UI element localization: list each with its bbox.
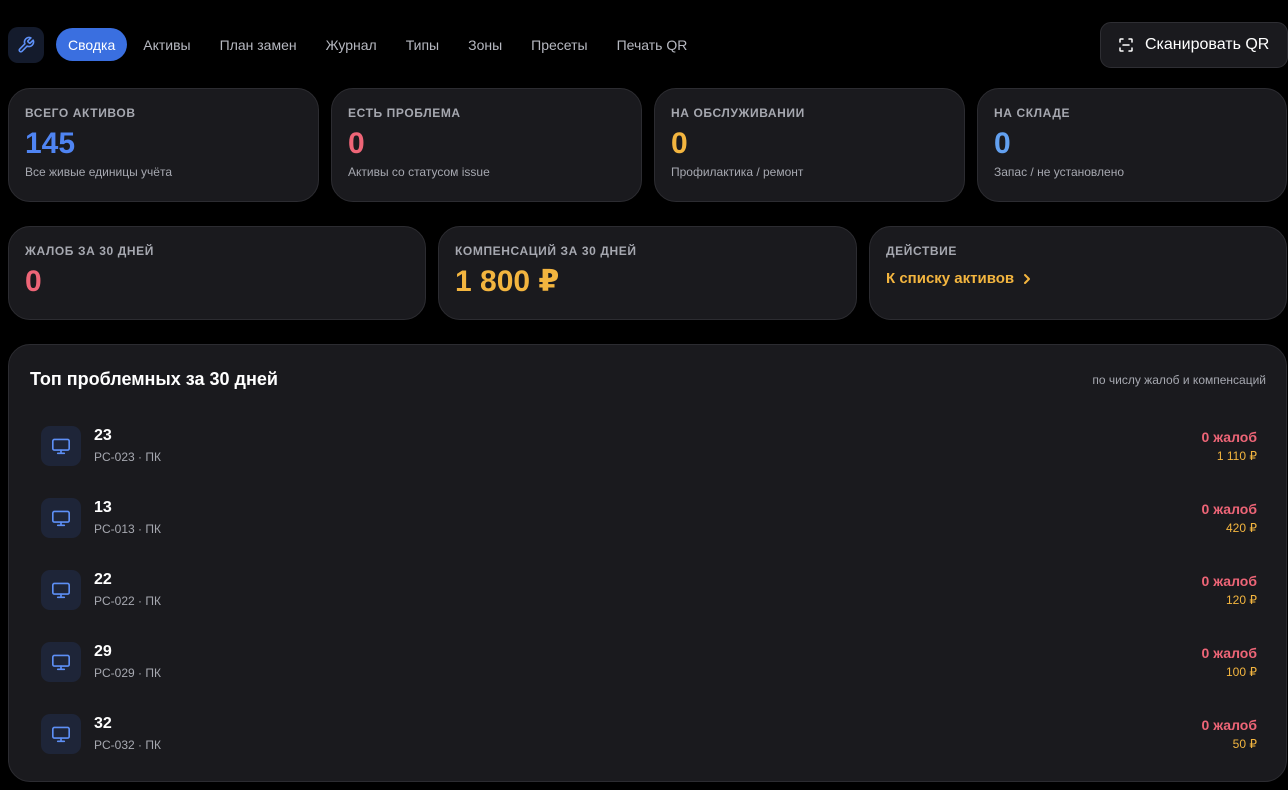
top-bar: Сводка Активы План замен Журнал Типы Зон… [0,0,1288,88]
asset-name: 13 [94,499,112,516]
wrench-icon [18,36,35,53]
stat-subtitle: Профилактика / ремонт [671,165,804,179]
stat-card-complaints-30d: ЖАЛОБ ЗА 30 ДНЕЙ 0 [8,226,426,320]
list-item[interactable]: 29 PC-029 · ПК 0 жалоб 100 ₽ [41,637,1257,697]
asset-name: 22 [94,571,112,588]
compensation-amount: 100 ₽ [1226,665,1257,679]
stat-card-compensation-30d: КОМПЕНСАЦИЙ ЗА 30 ДНЕЙ 1 800 ₽ [438,226,857,320]
list-item[interactable]: 32 PC-032 · ПК 0 жалоб 50 ₽ [41,709,1257,769]
complaints-count: 0 жалоб [1201,645,1257,661]
stat-label: ЖАЛОБ ЗА 30 ДНЕЙ [25,244,155,258]
tab-summary[interactable]: Сводка [56,28,128,61]
tab-assets[interactable]: Активы [127,28,203,61]
complaints-count: 0 жалоб [1201,429,1257,445]
stat-subtitle: Активы со статусом issue [348,165,490,179]
scan-qr-button[interactable]: Сканировать QR [1100,22,1288,68]
asset-name: 23 [94,427,112,444]
compensation-amount: 50 ₽ [1232,737,1257,751]
panel-note: по числу жалоб и компенсаций [1092,373,1266,387]
scan-qr-label: Сканировать QR [1145,36,1270,53]
assets-list-link-label: К списку активов [886,270,1015,287]
list-item[interactable]: 23 PC-023 · ПК 0 жалоб 1 110 ₽ [41,421,1257,481]
stat-value: 0 [994,127,1011,160]
compensation-amount: 420 ₽ [1226,521,1257,535]
list-item[interactable]: 13 PC-013 · ПК 0 жалоб 420 ₽ [41,493,1257,553]
asset-code: PC-029 · ПК [94,666,161,680]
monitor-icon [41,498,81,538]
asset-code: PC-032 · ПК [94,738,161,752]
stat-subtitle: Все живые единицы учёта [25,165,172,179]
complaints-count: 0 жалоб [1201,717,1257,733]
stat-value: 0 [348,127,365,160]
action-label: ДЕЙСТВИЕ [886,244,957,258]
complaints-count: 0 жалоб [1201,501,1257,517]
compensation-amount: 120 ₽ [1226,593,1257,607]
asset-code: PC-023 · ПК [94,450,161,464]
chevron-right-icon [1024,273,1031,284]
tab-journal[interactable]: Журнал [310,28,390,61]
stat-value: 0 [25,265,42,298]
top-problematic-panel: Топ проблемных за 30 дней по числу жалоб… [8,344,1287,782]
tab-replacement-plan[interactable]: План замен [204,28,310,61]
stat-subtitle: Запас / не установлено [994,165,1125,179]
stat-value: 0 [671,127,688,160]
tab-presets[interactable]: Пресеты [515,28,600,61]
stat-value: 1 800 ₽ [455,265,560,298]
stat-card-total-assets: ВСЕГО АКТИВОВ 145 Все живые единицы учёт… [8,88,319,202]
stat-label: ЕСТЬ ПРОБЛЕМА [348,106,461,120]
tab-print-qr[interactable]: Печать QR [601,28,701,61]
stat-label: КОМПЕНСАЦИЙ ЗА 30 ДНЕЙ [455,244,637,258]
asset-code: PC-013 · ПК [94,522,161,536]
stat-label: НА СКЛАДЕ [994,106,1071,120]
complaints-count: 0 жалоб [1201,573,1257,589]
monitor-icon [41,426,81,466]
panel-title: Топ проблемных за 30 дней [30,369,278,389]
asset-code: PC-022 · ПК [94,594,161,608]
assets-list-link[interactable]: К списку активов [886,270,1032,287]
tab-types[interactable]: Типы [390,28,452,61]
monitor-icon [41,714,81,754]
app-logo-button[interactable] [8,27,44,63]
stat-card-in-stock: НА СКЛАДЕ 0 Запас / не установлено [977,88,1287,202]
stat-card-has-issue: ЕСТЬ ПРОБЛЕМА 0 Активы со статусом issue [331,88,642,202]
stat-label: ВСЕГО АКТИВОВ [25,106,136,120]
main-nav: Сводка Активы План замен Журнал Типы Зон… [56,28,700,61]
asset-name: 29 [94,643,112,660]
compensation-amount: 1 110 ₽ [1216,449,1257,463]
monitor-icon [41,570,81,610]
stat-value: 145 [25,127,76,160]
list-item[interactable]: 22 PC-022 · ПК 0 жалоб 120 ₽ [41,565,1257,625]
asset-name: 32 [94,715,112,732]
scan-frame-icon [1119,38,1133,52]
tab-zones[interactable]: Зоны [452,28,515,61]
action-card: ДЕЙСТВИЕ К списку активов [869,226,1287,320]
monitor-icon [41,642,81,682]
stat-card-maintenance: НА ОБСЛУЖИВАНИИ 0 Профилактика / ремонт [654,88,965,202]
stat-label: НА ОБСЛУЖИВАНИИ [671,106,805,120]
